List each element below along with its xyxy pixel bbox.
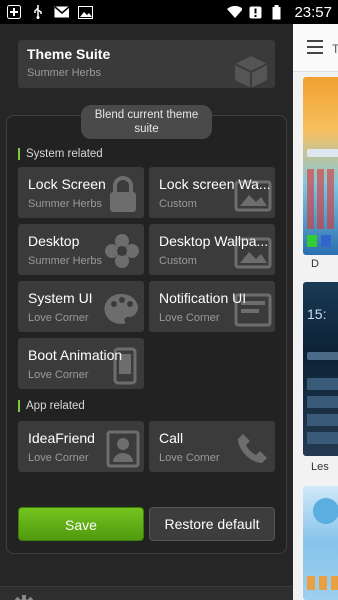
tile-subtitle: Love Corner — [159, 452, 220, 464]
tile-title: Desktop — [28, 233, 80, 249]
menu-icon[interactable] — [307, 40, 323, 58]
thumb1-label: D — [311, 258, 319, 270]
clock: 23:57 — [294, 3, 332, 21]
tile-lock-screen[interactable]: Lock Screen Summer Herbs — [18, 167, 144, 218]
tile-subtitle: Love Corner — [28, 312, 89, 324]
preview-header: T — [293, 24, 338, 72]
tile-call[interactable]: Call Love Corner — [149, 421, 275, 472]
tile-ideafriend[interactable]: IdeaFriend Love Corner — [18, 421, 144, 472]
tile-subtitle: Love Corner — [159, 312, 220, 324]
theme-suite-subtitle: Summer Herbs — [27, 67, 101, 79]
palette-icon — [102, 290, 142, 332]
contact-icon — [104, 428, 142, 472]
tile-lock-screen-wallpaper[interactable]: Lock screen Wa... Custom — [149, 167, 275, 218]
tile-desktop-wallpaper[interactable]: Desktop Wallpa... Custom — [149, 224, 275, 275]
section-system-related: System related — [18, 148, 103, 160]
thumb2-time: 15: — [307, 306, 327, 322]
lock-icon — [104, 174, 142, 218]
usb-icon — [30, 5, 45, 19]
tile-desktop[interactable]: Desktop Summer Herbs — [18, 224, 144, 275]
tile-title: System UI — [28, 290, 93, 306]
theme-suite-title: Theme Suite — [27, 46, 111, 62]
tile-subtitle: Summer Herbs — [28, 255, 102, 267]
save-button[interactable]: Save — [18, 507, 144, 541]
tile-boot-animation[interactable]: Boot Animation Love Corner — [18, 338, 144, 389]
tile-subtitle: Love Corner — [28, 452, 89, 464]
alert-icon — [248, 5, 263, 19]
thumb2-label: Les — [311, 461, 329, 473]
picture-icon — [233, 176, 273, 218]
mail-icon — [54, 5, 69, 19]
tile-subtitle: Custom — [159, 255, 197, 267]
theme-thumbnail-3[interactable] — [303, 486, 338, 600]
battery-icon — [269, 4, 284, 19]
phone-icon — [108, 345, 142, 389]
tile-title: Call — [159, 430, 184, 446]
theme-thumbnail-1[interactable] — [303, 77, 338, 255]
tile-notification-ui[interactable]: Notification UI Love Corner — [149, 281, 275, 332]
theme-suite-card[interactable]: Theme Suite Summer Herbs — [18, 40, 275, 88]
wifi-icon — [227, 5, 243, 19]
tile-title: IdeaFriend — [28, 430, 95, 446]
bottom-bar — [0, 586, 293, 600]
theme-thumbnail-2[interactable]: 15: — [303, 282, 338, 456]
tile-subtitle: Custom — [159, 198, 197, 210]
image-icon — [78, 5, 93, 19]
tile-title: Lock Screen — [28, 176, 106, 192]
restore-default-button[interactable]: Restore default — [149, 507, 275, 541]
theme-blend-panel: Theme Suite Summer Herbs Blend current t… — [0, 24, 293, 600]
notification-icon — [233, 290, 273, 332]
tile-system-ui[interactable]: System UI Love Corner — [18, 281, 144, 332]
gear-icon[interactable] — [13, 595, 35, 600]
picture-icon — [233, 233, 273, 275]
header-text: T — [332, 42, 338, 56]
blend-theme-button[interactable]: Blend current theme suite — [81, 105, 212, 139]
flower-icon — [102, 231, 142, 275]
cube-icon — [231, 54, 271, 88]
tile-subtitle: Love Corner — [28, 369, 89, 381]
phone-call-icon — [233, 428, 273, 472]
section-app-related: App related — [18, 400, 85, 412]
tile-subtitle: Summer Herbs — [28, 198, 102, 210]
theme-preview-panel: T D 15: Les — [293, 24, 338, 600]
status-bar: 23:57 — [0, 0, 338, 24]
plus-icon — [6, 5, 21, 19]
